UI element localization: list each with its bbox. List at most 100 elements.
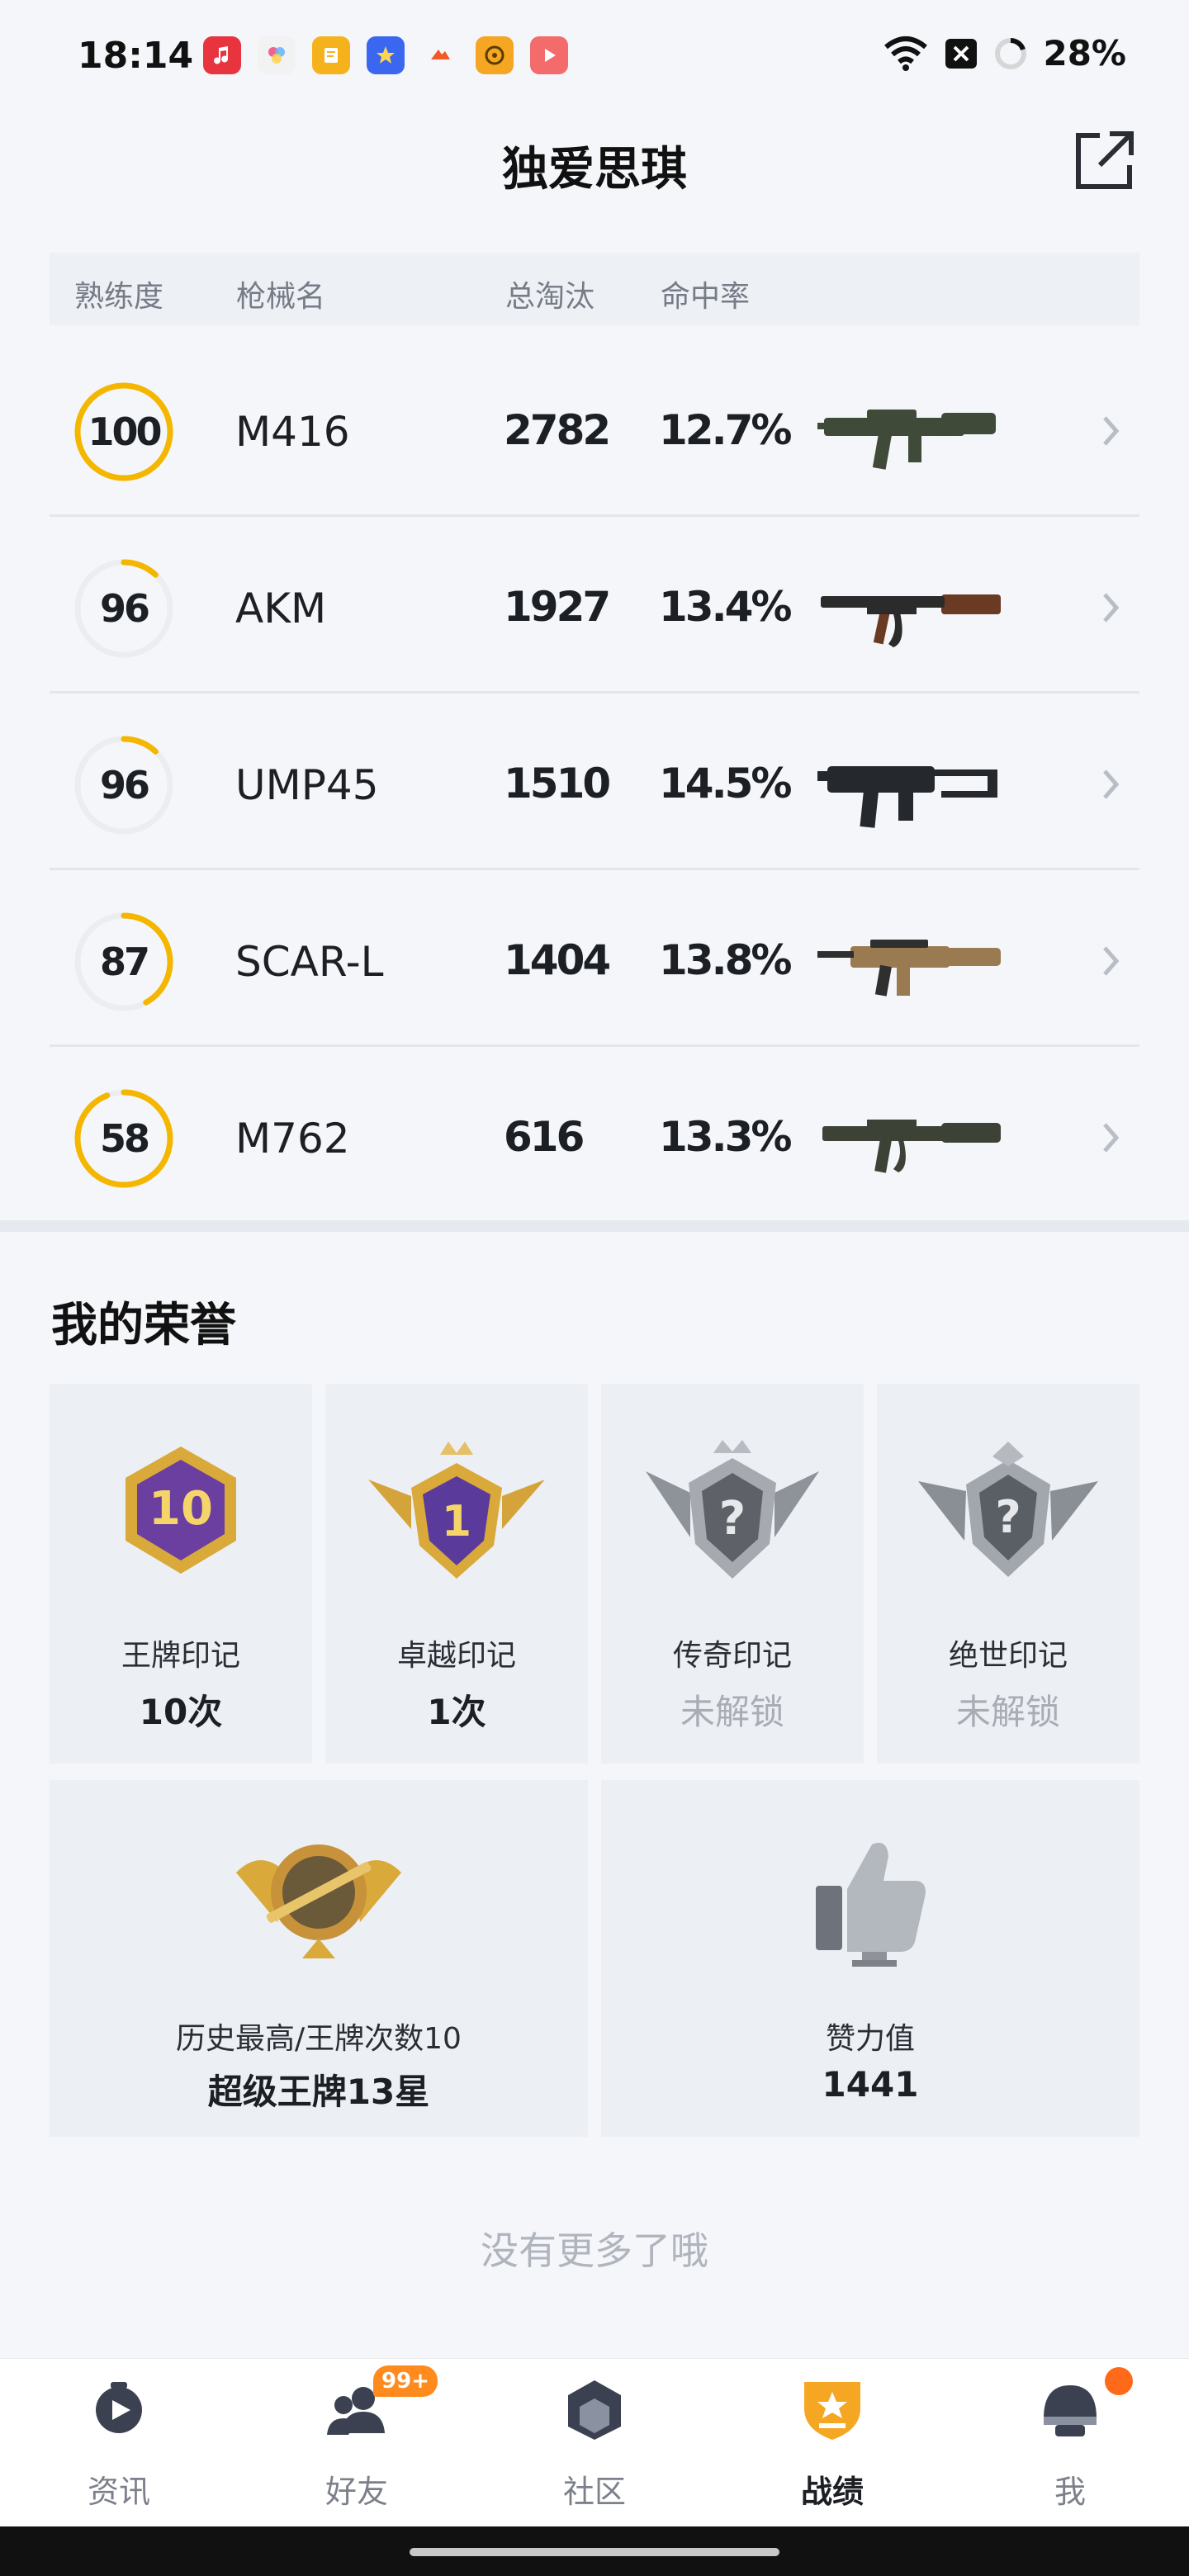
no-more-text: 没有更多了哦 bbox=[481, 2228, 708, 2273]
scar-l-rifle-icon bbox=[817, 940, 1001, 997]
honors-title: 我的荣誉 bbox=[51, 1299, 236, 1352]
col-weapon-name: 枪械名 bbox=[236, 280, 326, 314]
honor-value: 10次 bbox=[139, 1692, 223, 1732]
weapon-name: AKM bbox=[235, 585, 327, 632]
chevron-right-icon bbox=[1103, 769, 1120, 799]
likes-value: 1441 bbox=[822, 2064, 919, 2105]
weapon-row[interactable]: 87 SCAR-L 1404 13.8% bbox=[50, 870, 1139, 1047]
battery-percent: 28% bbox=[1043, 33, 1126, 73]
honor-card-highest-rank[interactable]: 历史最高/王牌次数10 超级王牌13星 bbox=[50, 1780, 588, 2137]
game-app-icon bbox=[421, 36, 459, 74]
weapon-eliminations: 616 bbox=[504, 1113, 585, 1161]
chevron-right-icon bbox=[1103, 1123, 1120, 1153]
weapon-hit-rate: 13.3% bbox=[659, 1113, 792, 1161]
page-title: 独爱思琪 bbox=[502, 143, 687, 197]
honor-card-likes[interactable]: 赞力值 1441 bbox=[601, 1780, 1139, 2137]
colorful-app-icon bbox=[258, 36, 296, 74]
home-indicator[interactable] bbox=[410, 2548, 779, 2556]
nav-label: 好友 bbox=[324, 2474, 388, 2510]
highest-rank-label: 历史最高/王牌次数10 bbox=[176, 2022, 462, 2056]
battery-ring-icon bbox=[995, 37, 1027, 69]
weapon-eliminations: 1510 bbox=[504, 760, 611, 807]
ace-rank-emblem-icon bbox=[236, 1844, 401, 1958]
mastery-value: 96 bbox=[99, 586, 150, 631]
mastery-value: 87 bbox=[99, 940, 150, 984]
bottom-nav: 资讯 99+ 好友 社区 战绩 我 bbox=[0, 2358, 1189, 2526]
news-play-icon bbox=[96, 2382, 142, 2433]
weapon-hit-rate: 14.5% bbox=[659, 760, 792, 807]
nav-community[interactable]: 社区 bbox=[476, 2359, 713, 2527]
notification-dot bbox=[1105, 2367, 1133, 2395]
weapon-name: SCAR-L bbox=[235, 938, 384, 986]
col-hit-rate: 命中率 bbox=[661, 280, 751, 314]
weapon-name: M416 bbox=[235, 408, 350, 456]
thumbs-up-icon bbox=[816, 1842, 926, 1967]
col-mastery: 熟练度 bbox=[74, 280, 164, 314]
honor-label: 传奇印记 bbox=[672, 1639, 792, 1673]
weapon-hit-rate: 13.8% bbox=[659, 936, 792, 984]
section-divider bbox=[0, 1220, 1189, 1232]
chevron-right-icon bbox=[1103, 593, 1120, 623]
honor-card-peerless[interactable]: ? 绝世印记 未解锁 bbox=[877, 1384, 1139, 1764]
status-time: 18:14 bbox=[78, 35, 194, 77]
chevron-right-icon bbox=[1103, 946, 1120, 976]
page: 18:14 28% 独爱思琪 熟练度 枪械名 总淘汰 命中率 100 M416 … bbox=[0, 0, 1189, 2576]
share-icon[interactable] bbox=[1070, 127, 1138, 195]
ump45-smg-icon bbox=[817, 766, 997, 828]
status-right: 28% bbox=[883, 33, 1126, 73]
nav-me[interactable]: 我 bbox=[951, 2359, 1189, 2527]
nav-record[interactable]: 战绩 bbox=[713, 2359, 951, 2527]
no-sim-icon bbox=[945, 38, 978, 69]
weapon-eliminations: 1927 bbox=[504, 583, 611, 631]
status-bar: 18:14 28% bbox=[0, 0, 1189, 107]
mastery-value: 58 bbox=[99, 1116, 150, 1161]
honor-label: 卓越印记 bbox=[396, 1639, 516, 1673]
m762-rifle-icon bbox=[822, 1120, 1001, 1173]
excellence-emblem-number: 1 bbox=[442, 1497, 471, 1546]
excellence-emblem-icon: 1 bbox=[368, 1442, 545, 1579]
mastery-value: 100 bbox=[88, 410, 162, 454]
friends-badge: 99+ bbox=[373, 2365, 438, 2397]
ace-emblem-number: 10 bbox=[149, 1482, 213, 1536]
nav-friends[interactable]: 99+ 好友 bbox=[238, 2359, 476, 2527]
mastery-value: 96 bbox=[99, 763, 150, 807]
book-app-icon bbox=[312, 36, 350, 74]
nav-news[interactable]: 资讯 bbox=[0, 2359, 238, 2527]
disc-app-icon bbox=[476, 36, 514, 74]
chevron-right-icon bbox=[1103, 416, 1120, 446]
honor-card-legend[interactable]: ? 传奇印记 未解锁 bbox=[601, 1384, 864, 1764]
star-app-icon bbox=[367, 36, 405, 74]
legend-emblem-question: ? bbox=[719, 1492, 746, 1546]
weapon-row[interactable]: 96 UMP45 1510 14.5% bbox=[50, 694, 1139, 870]
video-app-icon bbox=[530, 36, 568, 74]
likes-label: 赞力值 bbox=[825, 2022, 915, 2056]
peerless-emblem-question: ? bbox=[995, 1491, 1021, 1543]
weapon-eliminations: 2782 bbox=[504, 406, 611, 454]
akm-rifle-icon bbox=[821, 594, 1001, 647]
peerless-locked-emblem-icon: ? bbox=[918, 1442, 1098, 1577]
weapon-table-header: 熟练度 枪械名 总淘汰 命中率 bbox=[50, 253, 1139, 325]
weapon-name: M762 bbox=[235, 1115, 350, 1163]
weapon-row[interactable]: 96 AKM 1927 13.4% bbox=[50, 517, 1139, 694]
legend-locked-emblem-icon: ? bbox=[646, 1440, 819, 1579]
notification-icons bbox=[203, 36, 568, 74]
honor-card-ace[interactable]: 10 王牌印记 10次 bbox=[50, 1384, 312, 1764]
nav-label: 社区 bbox=[562, 2474, 626, 2510]
weapon-hit-rate: 13.4% bbox=[659, 583, 792, 631]
weapon-eliminations: 1404 bbox=[504, 936, 611, 984]
honor-card-excellence[interactable]: 1 卓越印记 1次 bbox=[325, 1384, 588, 1764]
ace-emblem-icon: 10 bbox=[126, 1447, 236, 1574]
helmet-avatar-icon bbox=[1044, 2385, 1097, 2436]
music-app-icon bbox=[203, 36, 241, 74]
weapon-hit-rate: 12.7% bbox=[659, 406, 792, 454]
nav-label: 我 bbox=[1054, 2474, 1086, 2510]
weapon-row[interactable]: 100 M416 2782 12.7% bbox=[50, 340, 1139, 517]
community-house-icon bbox=[568, 2380, 621, 2440]
nav-label: 资讯 bbox=[87, 2474, 150, 2510]
honor-value: 未解锁 bbox=[680, 1692, 784, 1732]
nav-label: 战绩 bbox=[800, 2474, 864, 2510]
honor-value: 未解锁 bbox=[955, 1692, 1060, 1732]
highest-rank-value: 超级王牌13星 bbox=[207, 2072, 430, 2112]
weapon-name: UMP45 bbox=[235, 761, 379, 809]
weapon-row[interactable]: 58 M762 616 13.3% bbox=[50, 1047, 1139, 1224]
